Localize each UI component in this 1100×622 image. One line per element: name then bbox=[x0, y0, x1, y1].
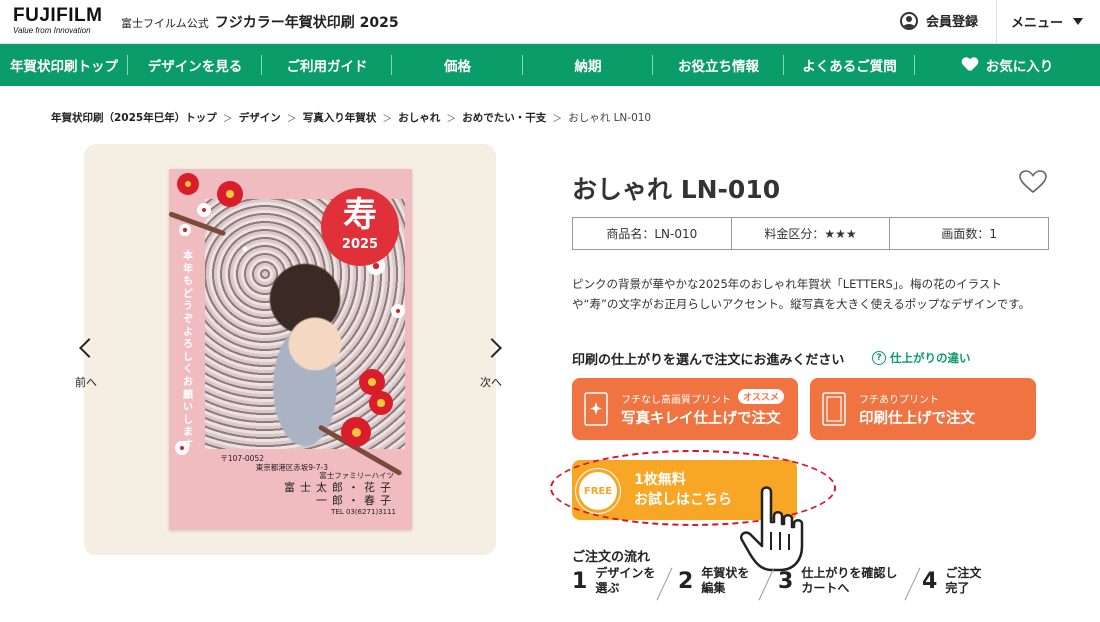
breadcrumb-item[interactable]: 写真入り年賀状 bbox=[303, 110, 377, 125]
menu-label: メニュー bbox=[1011, 16, 1064, 31]
flow-divider bbox=[656, 567, 673, 601]
nav-item-faq[interactable]: よくあるご質問 bbox=[784, 44, 915, 86]
chevron-right-icon: ＞ bbox=[552, 114, 563, 125]
step-number: 1 bbox=[572, 568, 588, 594]
plum-blossom bbox=[179, 224, 191, 236]
recommend-badge: オススメ bbox=[738, 389, 785, 404]
main-nav: 年賀状印刷トップ デザインを見る ご利用ガイド 価格 納期 お役立ち情報 よくあ… bbox=[0, 44, 1100, 86]
help-label: 仕上がりの違い bbox=[890, 351, 971, 365]
logo-tagline: Value from Innovation bbox=[13, 26, 91, 35]
prev-label[interactable]: 前へ bbox=[75, 374, 97, 390]
product-title: おしゃれ LN-010 bbox=[572, 175, 781, 204]
user-icon bbox=[900, 11, 918, 30]
plum-blossom bbox=[177, 173, 199, 195]
flow-step-4: 4 ご注文 完了 bbox=[922, 566, 981, 596]
site-prefix: 富士フイルム公式 bbox=[121, 17, 209, 30]
print-finish-sub: フチありプリント bbox=[859, 395, 939, 406]
heart-icon bbox=[962, 58, 978, 72]
print-finish-main: 印刷仕上げで注文 bbox=[859, 411, 975, 427]
finish-difference-link[interactable]: ? 仕上がりの違い bbox=[872, 350, 971, 366]
card-preview[interactable]: 寿 2025 本年もどうぞよろしくお願いします 〒107-0052 東京都港区赤… bbox=[169, 169, 412, 530]
menu-button[interactable]: メニュー bbox=[1011, 12, 1084, 31]
breadcrumb-item[interactable]: 年賀状印刷（2025年巳年）トップ bbox=[51, 110, 217, 125]
sparkle-icon bbox=[584, 392, 608, 426]
member-label: 会員登録 bbox=[926, 15, 979, 30]
spec-photo-count: 画面数：1 bbox=[889, 218, 1048, 249]
plum-blossom bbox=[341, 417, 371, 447]
chevron-right-icon: ＞ bbox=[222, 114, 233, 125]
member-register-link[interactable]: 会員登録 bbox=[900, 11, 978, 30]
plum-blossom bbox=[391, 304, 405, 318]
breadcrumb-item[interactable]: デザイン bbox=[239, 110, 281, 125]
flow-divider bbox=[904, 567, 921, 601]
breadcrumb: 年賀状印刷（2025年巳年）トップ＞ デザイン＞ 写真入り年賀状＞ おしゃれ＞ … bbox=[51, 110, 651, 125]
card-name1: 富士太郎・花子 bbox=[284, 481, 396, 494]
plum-blossom bbox=[369, 391, 393, 415]
step-label: 年賀状を 編集 bbox=[701, 566, 750, 595]
spec-product-name: 商品名：LN-010 bbox=[606, 227, 698, 241]
nav-item-designs[interactable]: デザインを見る bbox=[128, 44, 262, 86]
logo-wordmark: FUJIFILM bbox=[13, 5, 103, 26]
step-label: デザインを 選ぶ bbox=[595, 566, 656, 595]
plum-blossom bbox=[217, 181, 243, 207]
spec-table: 商品名：LN-010 料金区分：★★★ 画面数：1 bbox=[572, 217, 1049, 250]
spec-price-class: 料金区分：★★★ bbox=[730, 218, 890, 249]
choose-finish-label: 印刷の仕上がりを選んで注文にお進みください bbox=[572, 353, 845, 368]
chevron-right-icon: ＞ bbox=[382, 114, 393, 125]
flow-step-2: 2 年賀状を 編集 bbox=[678, 566, 749, 596]
nav-item-guide[interactable]: ご利用ガイド bbox=[262, 44, 392, 86]
card-greeting: 本年もどうぞよろしくお願いします bbox=[183, 251, 193, 451]
card-tel: TEL 03(6271)3111 bbox=[331, 508, 396, 516]
frame-icon bbox=[822, 392, 846, 426]
kotobuki-circle: 寿 2025 bbox=[321, 188, 399, 266]
caret-down-icon bbox=[1073, 18, 1084, 25]
hand-pointer-icon bbox=[740, 486, 804, 572]
product-description: ピンクの背景が華やかな2025年のおしゃれ年賀状「LETTERS」。梅の花のイラ… bbox=[572, 277, 1031, 311]
photo-finish-order-button[interactable]: フチなし高画質プリント オススメ 写真キレイ仕上げで注文 bbox=[572, 378, 798, 440]
nav-item-favorites[interactable]: お気に入り bbox=[915, 44, 1100, 86]
card-address1: 東京都港区赤坂9-7-3 bbox=[255, 463, 328, 472]
nav-item-price[interactable]: 価格 bbox=[392, 44, 523, 86]
card-names: 富士太郎・花子 一郎・春子 bbox=[284, 481, 396, 507]
kotobuki-text: 寿 bbox=[343, 195, 377, 235]
favorites-label: お気に入り bbox=[985, 59, 1054, 75]
flow-step-1: 1 デザインを 選ぶ bbox=[572, 566, 655, 596]
fujifilm-logo[interactable]: FUJIFILM Value from Innovation bbox=[13, 5, 105, 36]
card-name2: 一郎・春子 bbox=[316, 494, 396, 507]
nav-item-delivery[interactable]: 納期 bbox=[523, 44, 653, 86]
nav-item-top[interactable]: 年賀状印刷トップ bbox=[0, 44, 128, 86]
breadcrumb-current: おしゃれ LN-010 bbox=[568, 112, 652, 124]
breadcrumb-item[interactable]: おしゃれ bbox=[398, 110, 440, 125]
site-title[interactable]: 富士フイルム公式 フジカラー年賀状印刷 2025 bbox=[121, 12, 399, 32]
top-header: FUJIFILM Value from Innovation 富士フイルム公式フ… bbox=[0, 0, 1100, 44]
step-number: 2 bbox=[678, 568, 694, 594]
step-number: 3 bbox=[778, 568, 794, 594]
print-finish-order-button[interactable]: フチありプリント 印刷仕上げで注文 bbox=[810, 378, 1036, 440]
next-label[interactable]: 次へ bbox=[480, 374, 502, 390]
flow-step-3: 3 仕上がりを確認し カートへ bbox=[778, 566, 897, 596]
photo-finish-sub: フチなし高画質プリント bbox=[621, 395, 731, 406]
nav-item-tips[interactable]: お役立ち情報 bbox=[653, 44, 784, 86]
chevron-right-icon: ＞ bbox=[446, 114, 457, 125]
card-year: 2025 bbox=[341, 237, 379, 252]
header-divider bbox=[996, 0, 997, 44]
site-title-text: フジカラー年賀状印刷 2025 bbox=[214, 15, 399, 31]
step-label: 仕上がりを確認し カートへ bbox=[801, 566, 898, 595]
plum-blossom bbox=[197, 203, 211, 217]
card-address2: 富士ファミリーハイツ bbox=[319, 471, 394, 480]
order-flow-title: ご注文の流れ bbox=[572, 550, 651, 565]
photo-finish-main: 写真キレイ仕上げで注文 bbox=[621, 411, 781, 427]
breadcrumb-item[interactable]: おめでたい・干支 bbox=[462, 110, 546, 125]
step-number: 4 bbox=[922, 568, 938, 594]
heart-icon[interactable] bbox=[1019, 170, 1047, 194]
question-icon: ? bbox=[872, 351, 886, 365]
step-label: ご注文 完了 bbox=[945, 566, 982, 595]
chevron-right-icon: ＞ bbox=[286, 114, 297, 125]
